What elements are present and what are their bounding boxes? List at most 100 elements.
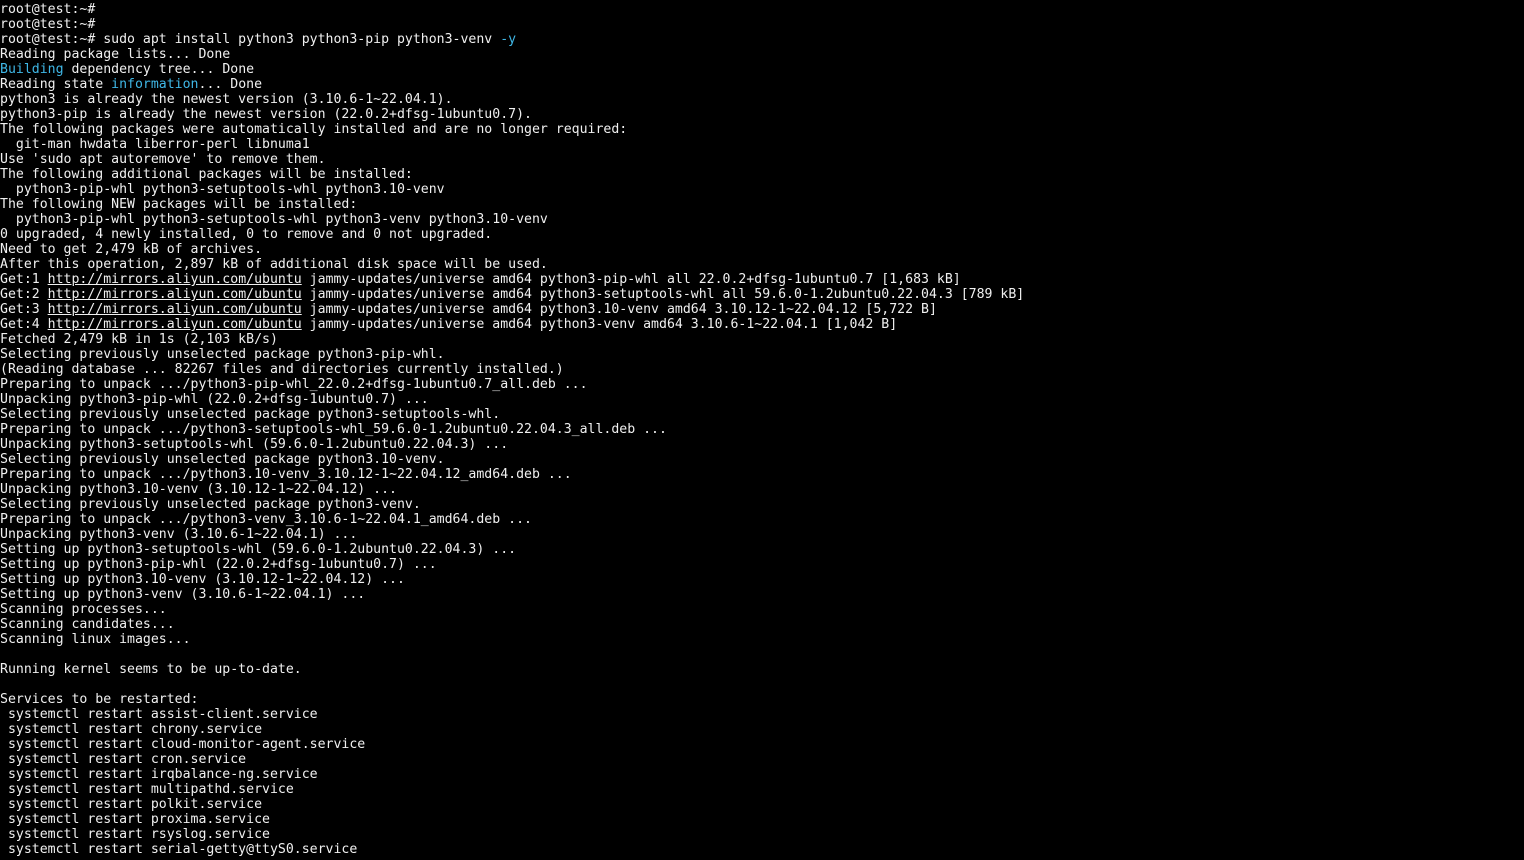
terminal-text: systemctl restart irqbalance-ng.service xyxy=(0,767,318,782)
terminal-line: Selecting previously unselected package … xyxy=(0,407,1524,422)
terminal-text: python3 is already the newest version (3… xyxy=(0,92,453,107)
terminal-line: Preparing to unpack .../python3-setuptoo… xyxy=(0,422,1524,437)
terminal-line: Preparing to unpack .../python3-venv_3.1… xyxy=(0,512,1524,527)
terminal-text: Preparing to unpack .../python3-venv_3.1… xyxy=(0,512,532,527)
terminal-line: Running kernel seems to be up-to-date. xyxy=(0,662,1524,677)
terminal-line: python3-pip-whl python3-setuptools-whl p… xyxy=(0,182,1524,197)
terminal-line: Building dependency tree... Done xyxy=(0,62,1524,77)
terminal-text: systemctl restart polkit.service xyxy=(0,797,263,812)
terminal-text: Selecting previously unselected package … xyxy=(0,497,421,512)
terminal-line: python3-pip is already the newest versio… xyxy=(0,107,1524,122)
terminal-text: python3-pip is already the newest versio… xyxy=(0,107,532,122)
terminal-text: Get:1 xyxy=(0,272,48,287)
terminal-text: Running kernel seems to be up-to-date. xyxy=(0,662,302,677)
mirror-url-link[interactable]: http://mirrors.aliyun.com/ubuntu xyxy=(48,287,302,302)
terminal-text: git-man hwdata liberror-perl libnuma1 xyxy=(0,137,310,152)
terminal-text: (Reading database ... 82267 files and di… xyxy=(0,362,564,377)
terminal-line: Reading state information... Done xyxy=(0,77,1524,92)
terminal-text: systemctl restart proxima.service xyxy=(0,812,270,827)
terminal-text: Scanning linux images... xyxy=(0,632,191,647)
terminal-text: systemctl restart assist-client.service xyxy=(0,707,318,722)
terminal-text: Preparing to unpack .../python3-pip-whl_… xyxy=(0,377,588,392)
terminal-text: Scanning candidates... xyxy=(0,617,175,632)
terminal-line: Setting up python3-venv (3.10.6-1~22.04.… xyxy=(0,587,1524,602)
terminal-line: Selecting previously unselected package … xyxy=(0,452,1524,467)
terminal-line: Preparing to unpack .../python3.10-venv_… xyxy=(0,467,1524,482)
terminal-text: systemctl restart multipathd.service xyxy=(0,782,294,797)
terminal-text: Setting up python3-pip-whl (22.0.2+dfsg-… xyxy=(0,557,437,572)
terminal-line: root@test:~# sudo apt install python3 py… xyxy=(0,32,1524,47)
terminal-line: Setting up python3.10-venv (3.10.12-1~22… xyxy=(0,572,1524,587)
terminal-line: (Reading database ... 82267 files and di… xyxy=(0,362,1524,377)
terminal-text: The following additional packages will b… xyxy=(0,167,413,182)
highlighted-text: -y xyxy=(500,32,517,47)
terminal-line: Selecting previously unselected package … xyxy=(0,347,1524,362)
terminal-text: The following NEW packages will be insta… xyxy=(0,197,358,212)
terminal-text: Services to be restarted: xyxy=(0,692,199,707)
terminal-text: Unpacking python3-pip-whl (22.0.2+dfsg-1… xyxy=(0,392,429,407)
highlighted-text: information xyxy=(111,77,199,92)
terminal-line: The following additional packages will b… xyxy=(0,167,1524,182)
terminal-line: The following packages were automaticall… xyxy=(0,122,1524,137)
terminal-text: Selecting previously unselected package … xyxy=(0,347,445,362)
terminal-line: 0 upgraded, 4 newly installed, 0 to remo… xyxy=(0,227,1524,242)
terminal-line: Use 'sudo apt autoremove' to remove them… xyxy=(0,152,1524,167)
terminal-text: dependency tree... Done xyxy=(63,62,255,77)
terminal-line: Unpacking python3-setuptools-whl (59.6.0… xyxy=(0,437,1524,452)
terminal-line: python3-pip-whl python3-setuptools-whl p… xyxy=(0,212,1524,227)
terminal-line: systemctl restart proxima.service xyxy=(0,812,1524,827)
terminal-line: Scanning processes... xyxy=(0,602,1524,617)
terminal-text: Unpacking python3-setuptools-whl (59.6.0… xyxy=(0,437,509,452)
terminal-text: Get:4 xyxy=(0,317,48,332)
terminal-line: Get:3 http://mirrors.aliyun.com/ubuntu j… xyxy=(0,302,1524,317)
terminal-text: The following packages were automaticall… xyxy=(0,122,628,137)
terminal-text: Setting up python3.10-venv (3.10.12-1~22… xyxy=(0,572,405,587)
terminal-line: root@test:~# xyxy=(0,2,1524,17)
terminal-text: Preparing to unpack .../python3-setuptoo… xyxy=(0,422,667,437)
terminal-text: Unpacking python3.10-venv (3.10.12-1~22.… xyxy=(0,482,397,497)
terminal-line: Setting up python3-setuptools-whl (59.6.… xyxy=(0,542,1524,557)
highlighted-text: Building xyxy=(0,62,64,77)
terminal-text: Use 'sudo apt autoremove' to remove them… xyxy=(0,152,326,167)
terminal-text: python3-pip-whl python3-setuptools-whl p… xyxy=(0,212,548,227)
terminal-line: Get:4 http://mirrors.aliyun.com/ubuntu j… xyxy=(0,317,1524,332)
terminal-text: jammy-updates/universe amd64 python3-set… xyxy=(301,287,1025,302)
terminal-line: systemctl restart multipathd.service xyxy=(0,782,1524,797)
terminal-text: 0 upgraded, 4 newly installed, 0 to remo… xyxy=(0,227,493,242)
terminal-text: Selecting previously unselected package … xyxy=(0,407,501,422)
terminal-line: Unpacking python3-venv (3.10.6-1~22.04.1… xyxy=(0,527,1524,542)
terminal-text: root@test:~# xyxy=(0,17,96,32)
terminal-text: jammy-updates/universe amd64 python3-pip… xyxy=(301,272,961,287)
terminal-line: The following NEW packages will be insta… xyxy=(0,197,1524,212)
terminal-text: systemctl restart serial-getty@ttyS0.ser… xyxy=(0,842,358,857)
terminal-text: Preparing to unpack .../python3.10-venv_… xyxy=(0,467,572,482)
mirror-url-link[interactable]: http://mirrors.aliyun.com/ubuntu xyxy=(48,317,302,332)
terminal-line: systemctl restart assist-client.service xyxy=(0,707,1524,722)
terminal-output[interactable]: root@test:~# root@test:~# root@test:~# sud… xyxy=(0,0,1524,860)
mirror-url-link[interactable]: http://mirrors.aliyun.com/ubuntu xyxy=(48,302,302,317)
terminal-line: systemctl restart cron.service xyxy=(0,752,1524,767)
terminal-line: systemctl restart irqbalance-ng.service xyxy=(0,767,1524,782)
terminal-text: systemctl restart rsyslog.service xyxy=(0,827,270,842)
terminal-line: Need to get 2,479 kB of archives. xyxy=(0,242,1524,257)
terminal-line: python3 is already the newest version (3… xyxy=(0,92,1524,107)
mirror-url-link[interactable]: http://mirrors.aliyun.com/ubuntu xyxy=(48,272,302,287)
terminal-line: Preparing to unpack .../python3-pip-whl_… xyxy=(0,377,1524,392)
terminal-line: Scanning candidates... xyxy=(0,617,1524,632)
terminal-line: After this operation, 2,897 kB of additi… xyxy=(0,257,1524,272)
terminal-line: Get:2 http://mirrors.aliyun.com/ubuntu j… xyxy=(0,287,1524,302)
terminal-line: Get:1 http://mirrors.aliyun.com/ubuntu j… xyxy=(0,272,1524,287)
terminal-line: systemctl restart polkit.service xyxy=(0,797,1524,812)
terminal-line: git-man hwdata liberror-perl libnuma1 xyxy=(0,137,1524,152)
terminal-line: systemctl restart cloud-monitor-agent.se… xyxy=(0,737,1524,752)
terminal-text: python3-pip-whl python3-setuptools-whl p… xyxy=(0,182,445,197)
terminal-line: Setting up python3-pip-whl (22.0.2+dfsg-… xyxy=(0,557,1524,572)
terminal-text: root@test:~# sudo apt install python3 py… xyxy=(0,32,501,47)
terminal-text: jammy-updates/universe amd64 python3-ven… xyxy=(301,317,898,332)
terminal-text: Unpacking python3-venv (3.10.6-1~22.04.1… xyxy=(0,527,358,542)
terminal-line: Scanning linux images... xyxy=(0,632,1524,647)
terminal-line: Services to be restarted: xyxy=(0,692,1524,707)
terminal-text: Get:2 xyxy=(0,287,48,302)
